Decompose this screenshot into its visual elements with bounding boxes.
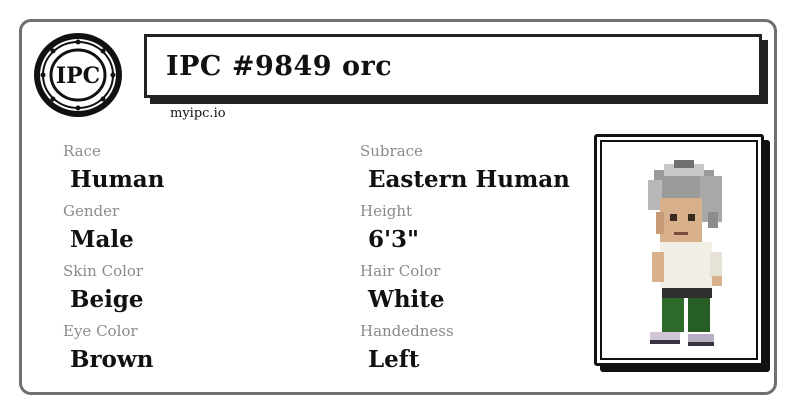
site-link: myipc.io xyxy=(170,106,226,121)
eye-color-value: Brown xyxy=(70,346,154,373)
skin-color-value: Beige xyxy=(70,286,144,313)
handedness-label: Handedness xyxy=(360,322,454,340)
subrace-label: Subrace xyxy=(360,142,423,160)
page-title: IPC #9849 orc xyxy=(166,51,393,82)
race-value: Human xyxy=(70,166,165,193)
hair-color-label: Hair Color xyxy=(360,262,441,280)
race-label: Race xyxy=(63,142,101,160)
gender-value: Male xyxy=(70,226,134,253)
subrace-value: Eastern Human xyxy=(368,166,570,193)
skin-color-label: Skin Color xyxy=(63,262,144,280)
height-value: 6'3" xyxy=(368,226,420,253)
logo-text: IPC xyxy=(56,63,100,89)
character-sprite xyxy=(648,160,722,346)
gender-label: Gender xyxy=(63,202,120,220)
height-label: Height xyxy=(360,202,413,220)
handedness-value: Left xyxy=(368,346,420,373)
ipc-seal-icon: IPC xyxy=(34,33,122,117)
eye-color-label: Eye Color xyxy=(63,322,138,340)
hair-color-value: White xyxy=(368,286,445,313)
